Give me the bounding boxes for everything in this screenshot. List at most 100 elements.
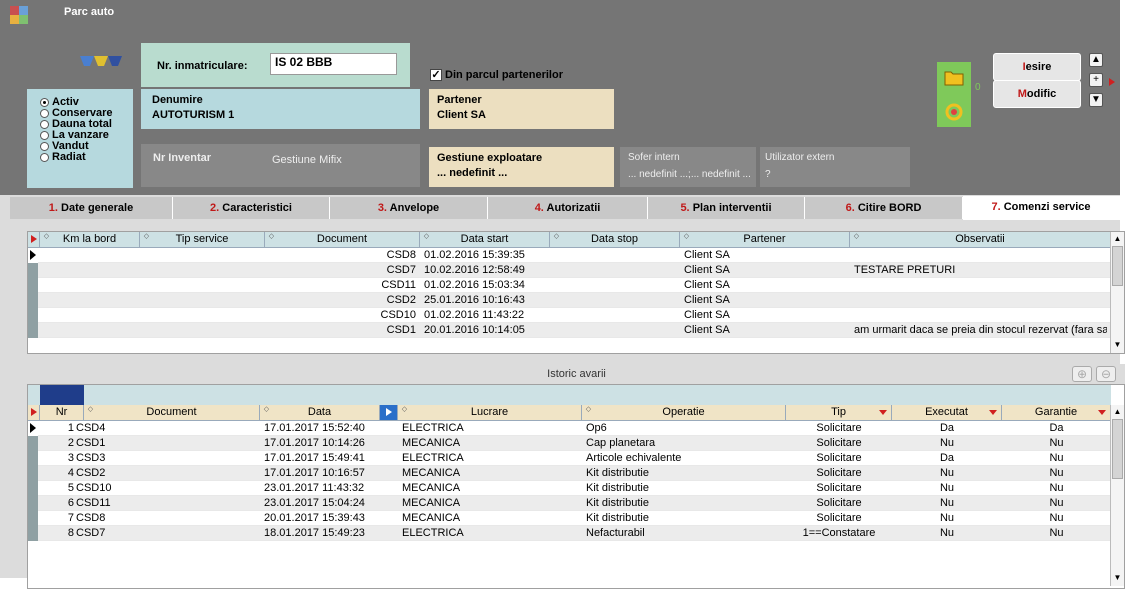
col-label: Km la bord [62, 233, 117, 245]
add-icon[interactable]: ⊕ [1072, 366, 1092, 382]
row-indicator[interactable] [28, 421, 38, 436]
exploitation-value[interactable]: ... nedefinit ... [437, 167, 507, 179]
history-row[interactable]: 2 CSD1 17.01.2017 10:14:26 MECANICA Cap plan… [28, 436, 1111, 451]
cell-start: 25.01.2016 10:16:43 [424, 294, 525, 306]
cell-doc: CSD4 [76, 422, 106, 434]
cell-km [44, 293, 136, 307]
col-partener[interactable]: ◇ Partener [680, 232, 850, 247]
checkbox-icon: ✓ [430, 69, 442, 81]
col-nr[interactable]: Nr [40, 405, 84, 420]
scroll-thumb[interactable] [1112, 419, 1123, 479]
col-lucrare[interactable]: ◇ Lucrare [398, 405, 582, 420]
order-row[interactable]: CSD1 20.01.2016 10:14:05 Client SA am urmar… [28, 323, 1111, 338]
history-row[interactable]: 1 CSD4 17.01.2017 15:52:40 ELECTRICA Op6 Soli… [28, 421, 1111, 436]
row-indicator[interactable] [28, 308, 38, 323]
col-km-la-bord[interactable]: ◇ Km la bord [40, 232, 140, 247]
row-indicator[interactable] [28, 323, 38, 338]
filter-dropdown-icon[interactable] [879, 410, 887, 415]
scroll-thumb[interactable] [1112, 246, 1123, 286]
cell-date: 23.01.2017 11:43:32 [264, 482, 365, 494]
history-scrollbar[interactable]: ▲ ▼ [1110, 405, 1124, 586]
scroll-up-icon[interactable]: ▲ [1113, 407, 1122, 416]
tab-date-generale[interactable]: 1. Date generale [10, 197, 173, 219]
tab-anvelope[interactable]: 3. Anvelope [330, 197, 488, 219]
history-row[interactable]: 4 CSD2 17.01.2017 10:16:57 MECANICA Kit dist… [28, 466, 1111, 481]
filter-dropdown-icon[interactable] [1098, 410, 1106, 415]
order-row[interactable]: CSD2 25.01.2016 10:16:43 Client SA [28, 293, 1111, 308]
row-indicator[interactable] [28, 511, 38, 526]
modify-button[interactable]: Modific [993, 80, 1081, 108]
col-document[interactable]: ◇ Document [265, 232, 420, 247]
radio-dot [40, 98, 49, 107]
checkbox-mark: ✓ [431, 69, 441, 81]
scroll-up-icon[interactable]: ▲ [1113, 234, 1122, 243]
tab-autorizatii[interactable]: 4. Autorizatii [488, 197, 648, 219]
radio-radiat[interactable]: Radiat [40, 152, 86, 163]
up-button[interactable]: ▲ [1089, 53, 1103, 67]
col-observatii[interactable]: ◇ Observatii [850, 232, 1111, 247]
refresh-icon[interactable] [944, 102, 964, 122]
tab-comenzi-service[interactable]: 7. Comenzi service [963, 196, 1120, 220]
col-operatie[interactable]: ◇ Operatie [582, 405, 786, 420]
tab-caracteristici[interactable]: 2. Caracteristici [173, 197, 330, 219]
order-row[interactable]: CSD11 01.02.2016 15:03:34 Client SA [28, 278, 1111, 293]
tab-citire-bord[interactable]: 6. Citire BORD [805, 197, 963, 219]
history-row[interactable]: 6 CSD11 23.01.2017 15:04:24 MECANICA Kit dis… [28, 496, 1111, 511]
remove-icon[interactable]: ⊖ [1096, 366, 1116, 382]
cell-op: Nefacturabil [586, 527, 645, 539]
plate-input[interactable]: IS 02 BBB [270, 53, 397, 75]
scroll-down-icon[interactable]: ▼ [1113, 340, 1122, 349]
row-indicator[interactable] [28, 526, 38, 541]
col-data[interactable]: ◇ Data [260, 405, 380, 420]
col-label: Data stop [590, 233, 639, 245]
history-row[interactable]: 8 CSD7 18.01.2017 15:49:23 ELECTRICA Nefactu… [28, 526, 1111, 541]
cell-km [44, 278, 136, 292]
row-indicator[interactable] [28, 466, 38, 481]
col-tip-service[interactable]: ◇ Tip service [140, 232, 265, 247]
col-document[interactable]: ◇ Document [84, 405, 260, 420]
history-row[interactable]: 5 CSD10 23.01.2017 11:43:32 MECANICA Kit dis… [28, 481, 1111, 496]
driver-panel[interactable]: Sofer intern ... nedefinit ...;... nedef… [620, 147, 756, 187]
col-garantie[interactable]: Garantie [1002, 405, 1111, 420]
row-indicator[interactable] [28, 481, 38, 496]
tab-plan-interventii[interactable]: 5. Plan interventii [648, 197, 805, 219]
cell-km [44, 323, 136, 337]
tab-label: Caracteristici [222, 202, 292, 214]
ext-user-panel[interactable]: Utilizator extern ? [760, 147, 910, 187]
history-row[interactable]: 3 CSD3 17.01.2017 15:49:41 ELECTRICA Articol… [28, 451, 1111, 466]
folder-icon[interactable] [944, 68, 964, 86]
cell-date: 17.01.2017 10:14:26 [264, 437, 365, 449]
history-row[interactable]: 7 CSD8 20.01.2017 15:39:43 MECANICA Kit dist… [28, 511, 1111, 526]
cell-date: 17.01.2017 10:16:57 [264, 467, 365, 479]
checkbox-label: Din parcul partenerilor [445, 69, 563, 81]
col-executat[interactable]: Executat [892, 405, 1002, 420]
order-row[interactable]: CSD8 01.02.2016 15:39:35 Client SA [28, 248, 1111, 263]
col-data-stop[interactable]: ◇ Data stop [550, 232, 680, 247]
orders-scrollbar[interactable]: ▲ ▼ [1110, 232, 1124, 353]
driver-value: ... nedefinit ...;... nedefinit ... [628, 169, 751, 180]
col-expand[interactable] [380, 405, 398, 420]
tab-label: Citire BORD [857, 202, 922, 214]
partner-fleet-checkbox[interactable]: ✓ Din parcul partenerilor [430, 69, 563, 81]
row-indicator[interactable] [28, 436, 38, 451]
row-indicator[interactable] [28, 278, 38, 293]
order-row[interactable]: CSD10 01.02.2016 11:43:22 Client SA [28, 308, 1111, 323]
row-indicator[interactable] [28, 451, 38, 466]
row-indicator[interactable] [28, 496, 38, 511]
order-row[interactable]: CSD7 10.02.2016 12:58:49 Client SA TESTARE … [28, 263, 1111, 278]
cell-op: Op6 [586, 422, 607, 434]
exit-button[interactable]: Iesire [993, 53, 1081, 81]
row-indicator[interactable] [28, 248, 38, 263]
partner-value[interactable]: Client SA [437, 109, 486, 121]
filter-dropdown-icon[interactable] [989, 410, 997, 415]
cell-doc: CSD1 [386, 324, 416, 336]
row-indicator[interactable] [28, 293, 38, 308]
expand-arrow-icon[interactable] [1109, 77, 1115, 89]
plus-button[interactable]: + [1089, 73, 1103, 87]
name-value[interactable]: AUTOTURISM 1 [152, 109, 234, 121]
col-data-start[interactable]: ◇ Data start [420, 232, 550, 247]
row-indicator[interactable] [28, 263, 38, 278]
col-label: Lucrare [470, 406, 509, 418]
col-tip[interactable]: Tip [786, 405, 892, 420]
down-button[interactable]: ▼ [1089, 93, 1103, 107]
